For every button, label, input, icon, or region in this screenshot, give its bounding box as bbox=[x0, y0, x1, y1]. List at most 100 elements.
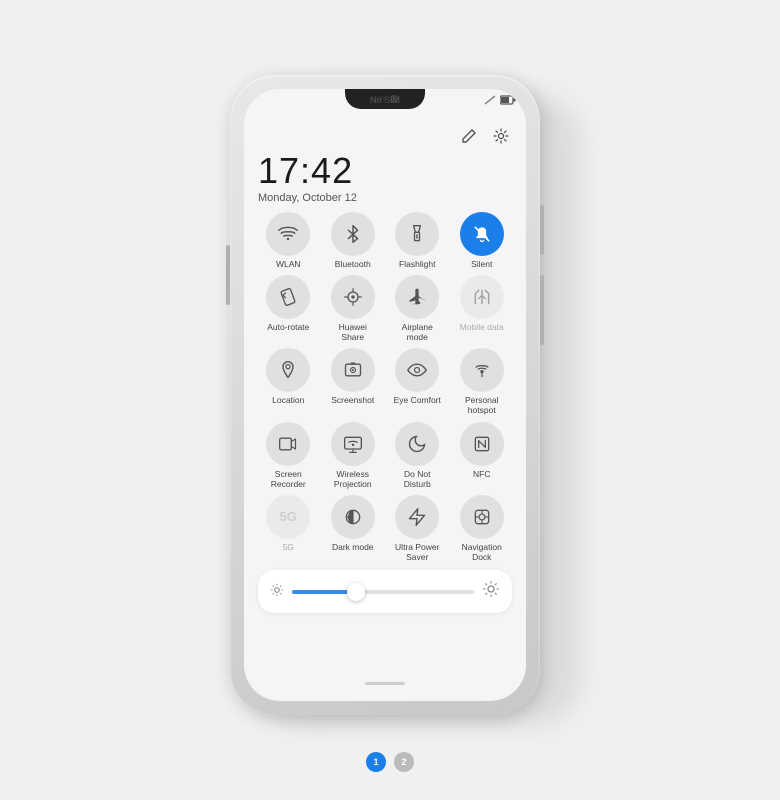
bluetooth-icon-wrap bbox=[331, 212, 375, 256]
5g-text: 5G bbox=[280, 509, 297, 524]
toggle-navigation-dock[interactable]: Navigation Dock bbox=[452, 495, 513, 562]
sun-large-icon bbox=[482, 580, 500, 598]
auto-rotate-label: Auto-rotate bbox=[267, 322, 309, 332]
brightness-track[interactable] bbox=[292, 590, 474, 594]
5g-label: 5G bbox=[283, 542, 294, 552]
dark-mode-label: Dark mode bbox=[332, 542, 374, 552]
screen-bottom bbox=[244, 613, 526, 701]
eye-comfort-icon-wrap bbox=[395, 348, 439, 392]
navigation-dock-icon bbox=[472, 507, 492, 527]
toggle-dark-mode[interactable]: Dark mode bbox=[323, 495, 384, 562]
toggle-bluetooth[interactable]: Bluetooth bbox=[323, 212, 384, 269]
toggle-airplane[interactable]: Airplane mode bbox=[387, 275, 448, 342]
toggle-wlan[interactable]: WLAN bbox=[258, 212, 319, 269]
quick-settings-panel: 17:42 Monday, October 12 bbox=[244, 117, 526, 613]
screenshot-icon-wrap bbox=[331, 348, 375, 392]
flashlight-label: Flashlight bbox=[399, 259, 435, 269]
dark-mode-icon bbox=[343, 507, 363, 527]
bluetooth-icon bbox=[343, 224, 363, 244]
wireless-projection-icon-wrap bbox=[331, 422, 375, 466]
silent-icon bbox=[472, 224, 492, 244]
flashlight-icon-wrap bbox=[395, 212, 439, 256]
toggle-silent[interactable]: Silent bbox=[452, 212, 513, 269]
no-sim-icon bbox=[484, 95, 496, 105]
wlan-label: WLAN bbox=[276, 259, 301, 269]
edit-button[interactable] bbox=[458, 125, 480, 147]
location-icon-wrap bbox=[266, 348, 310, 392]
page-dot-2[interactable]: 2 bbox=[394, 752, 414, 772]
battery-icon bbox=[500, 95, 516, 105]
phone-screen: No SIM bbox=[244, 89, 526, 701]
screen-recorder-label: Screen Recorder bbox=[262, 469, 314, 489]
silent-icon-wrap bbox=[460, 212, 504, 256]
auto-rotate-icon-wrap bbox=[266, 275, 310, 319]
silent-label: Silent bbox=[471, 259, 492, 269]
airplane-icon bbox=[407, 287, 427, 307]
navigation-dock-icon-wrap bbox=[460, 495, 504, 539]
flashlight-icon bbox=[407, 224, 427, 244]
bluetooth-label: Bluetooth bbox=[335, 259, 371, 269]
wlan-icon-wrap bbox=[266, 212, 310, 256]
toggle-eye-comfort[interactable]: Eye Comfort bbox=[387, 348, 448, 415]
toggle-ultra-power-saver[interactable]: Ultra Power Saver bbox=[387, 495, 448, 562]
brightness-max-icon bbox=[482, 580, 500, 603]
left-button[interactable] bbox=[226, 245, 230, 305]
toggle-flashlight[interactable]: Flashlight bbox=[387, 212, 448, 269]
hotspot-icon bbox=[472, 360, 492, 380]
mobile-data-icon bbox=[472, 287, 492, 307]
edit-icon bbox=[461, 128, 477, 144]
dark-mode-icon-wrap bbox=[331, 495, 375, 539]
nfc-icon bbox=[472, 434, 492, 454]
toggle-personal-hotspot[interactable]: Personal hotspot bbox=[452, 348, 513, 415]
nfc-icon-wrap bbox=[460, 422, 504, 466]
wlan-icon bbox=[278, 224, 298, 244]
brightness-min-icon bbox=[270, 583, 284, 600]
phone-body: No SIM bbox=[230, 75, 540, 715]
ultra-power-saver-label: Ultra Power Saver bbox=[391, 542, 443, 562]
toggle-wireless-projection[interactable]: Wireless Projection bbox=[323, 422, 384, 489]
location-label: Location bbox=[272, 395, 304, 405]
status-icons bbox=[484, 95, 516, 105]
eye-comfort-icon bbox=[407, 360, 427, 380]
qs-toolbar bbox=[258, 125, 512, 147]
location-icon bbox=[278, 360, 298, 380]
toggle-location[interactable]: Location bbox=[258, 348, 319, 415]
brightness-control[interactable] bbox=[258, 570, 512, 613]
hotspot-icon-wrap bbox=[460, 348, 504, 392]
huawei-share-icon-wrap bbox=[331, 275, 375, 319]
wireless-projection-icon bbox=[343, 434, 363, 454]
mobile-data-label: Mobile data bbox=[460, 322, 504, 332]
quick-toggles-grid: WLAN Bluetooth bbox=[258, 212, 512, 563]
airplane-label: Airplane mode bbox=[391, 322, 443, 342]
auto-rotate-icon bbox=[278, 287, 298, 307]
toggle-5g[interactable]: 5G 5G bbox=[258, 495, 319, 562]
do-not-disturb-icon bbox=[407, 434, 427, 454]
airplane-icon-wrap bbox=[395, 275, 439, 319]
toggle-screenshot[interactable]: Screenshot bbox=[323, 348, 384, 415]
settings-icon bbox=[493, 128, 509, 144]
settings-button[interactable] bbox=[490, 125, 512, 147]
toggle-auto-rotate[interactable]: Auto-rotate bbox=[258, 275, 319, 342]
volume-button[interactable] bbox=[540, 275, 544, 345]
toggle-nfc[interactable]: NFC bbox=[452, 422, 513, 489]
clock-time: 17:42 bbox=[258, 151, 512, 191]
hotspot-label: Personal hotspot bbox=[456, 395, 508, 415]
phone-container: No SIM bbox=[230, 75, 550, 725]
ultra-power-saver-icon bbox=[407, 507, 427, 527]
toggle-mobile-data[interactable]: Mobile data bbox=[452, 275, 513, 342]
nfc-label: NFC bbox=[473, 469, 490, 479]
toggle-do-not-disturb[interactable]: Do Not Disturb bbox=[387, 422, 448, 489]
toggle-huawei-share[interactable]: Huawei Share bbox=[323, 275, 384, 342]
toggle-screen-recorder[interactable]: Screen Recorder bbox=[258, 422, 319, 489]
bottom-handle[interactable] bbox=[365, 682, 405, 685]
sun-small-icon bbox=[270, 583, 284, 597]
5g-icon-wrap: 5G bbox=[266, 495, 310, 539]
page-indicator: 1 2 bbox=[366, 752, 414, 772]
screenshot-icon bbox=[343, 360, 363, 380]
power-button[interactable] bbox=[540, 205, 544, 255]
eye-comfort-label: Eye Comfort bbox=[394, 395, 441, 405]
clock-date: Monday, October 12 bbox=[258, 192, 512, 204]
page-dot-1[interactable]: 1 bbox=[366, 752, 386, 772]
sim-status: No SIM bbox=[370, 95, 400, 105]
brightness-thumb[interactable] bbox=[347, 583, 365, 601]
